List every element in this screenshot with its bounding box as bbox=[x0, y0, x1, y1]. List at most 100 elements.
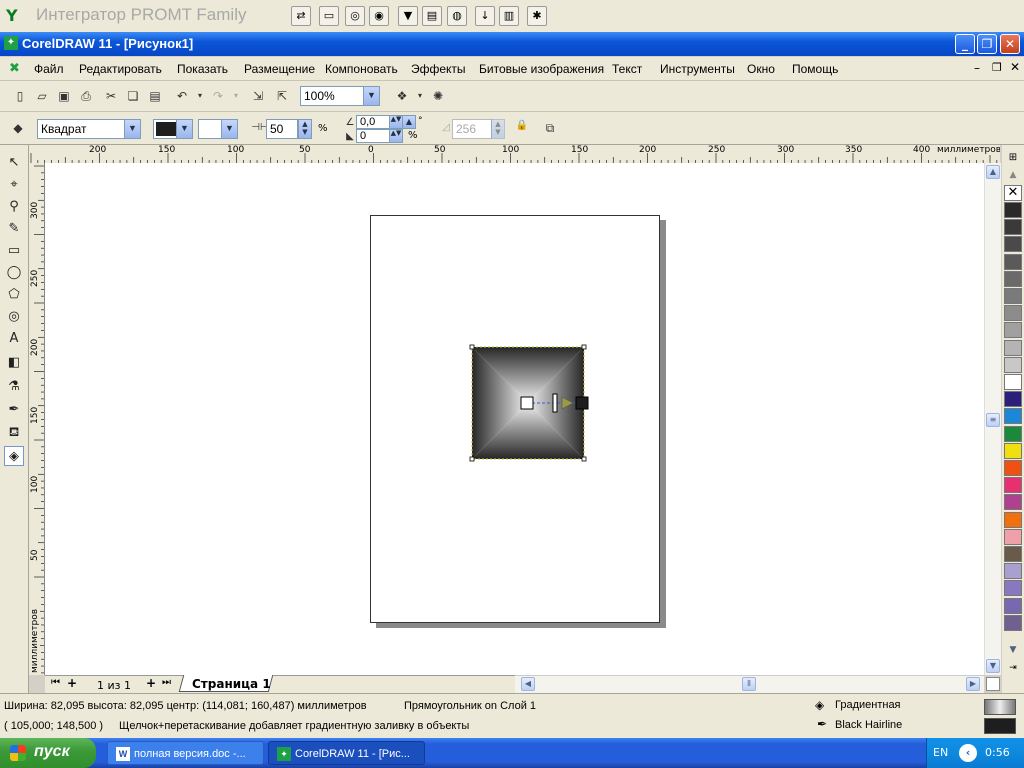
start-color-select[interactable]: ▼ bbox=[153, 119, 193, 139]
color-swatch[interactable] bbox=[1004, 236, 1022, 253]
open-icon[interactable]: ▱ bbox=[32, 86, 52, 106]
doc-minimize-button[interactable]: – bbox=[974, 61, 980, 75]
color-swatch[interactable] bbox=[1004, 202, 1022, 218]
undo-icon[interactable]: ↶ bbox=[172, 86, 192, 106]
open-folder-icon[interactable]: ▭ bbox=[319, 6, 339, 26]
color-swatch[interactable] bbox=[1004, 460, 1022, 476]
copy-fill-properties-icon[interactable]: ⧉ bbox=[540, 118, 560, 138]
download-icon[interactable]: ↓ bbox=[475, 6, 495, 26]
color-swatch[interactable] bbox=[1004, 374, 1022, 390]
settings-icon[interactable]: ✱ bbox=[527, 6, 547, 26]
paste-icon[interactable]: ▤ bbox=[145, 86, 165, 106]
save-icon[interactable]: ▣ bbox=[54, 86, 74, 106]
fill-type-select[interactable]: Квадрат ▼ bbox=[37, 119, 141, 139]
basic-shapes-tool-icon[interactable]: ◎ bbox=[4, 307, 24, 327]
rectangle-tool-icon[interactable]: ▭ bbox=[4, 241, 24, 261]
palette-scroll-up-icon[interactable]: ▲ bbox=[1005, 170, 1021, 182]
task-word-document[interactable]: W полная версия.doc -... bbox=[107, 741, 264, 765]
scroll-up-icon[interactable]: ▲ bbox=[986, 165, 1000, 179]
menu-tools[interactable]: Инструменты bbox=[660, 62, 735, 76]
edge-pad-input[interactable]: 0 bbox=[356, 129, 390, 143]
zoom-select[interactable]: 100% ▼ bbox=[300, 86, 380, 106]
color-swatch[interactable] bbox=[1004, 322, 1022, 339]
color-swatch[interactable] bbox=[1004, 477, 1022, 494]
color-swatch[interactable] bbox=[1004, 339, 1022, 356]
pick-tool-icon[interactable]: ↖ bbox=[4, 153, 24, 173]
view-navigator-button[interactable] bbox=[986, 677, 1000, 691]
horizontal-scroll-thumb[interactable]: ⦀ bbox=[742, 677, 756, 691]
color-swatch[interactable] bbox=[1004, 305, 1022, 322]
translate-icon[interactable]: ⇄ bbox=[291, 6, 311, 26]
vertical-ruler[interactable]: 300 250 200 150 100 50 0 миллиметров bbox=[29, 163, 45, 675]
zoom-tool-icon[interactable]: ⚲ bbox=[4, 197, 24, 217]
edge-pad-spinner[interactable]: ▲▼ bbox=[389, 129, 403, 143]
no-fill-swatch[interactable]: ✕ bbox=[1004, 185, 1022, 201]
dictionary-icon[interactable]: ▤ bbox=[422, 6, 442, 26]
task-coreldraw[interactable]: ✦ CorelDRAW 11 - [Рис... bbox=[268, 741, 425, 765]
cut-icon[interactable]: ✂ bbox=[101, 86, 121, 106]
color-swatch[interactable] bbox=[1004, 408, 1022, 425]
book-icon[interactable]: ▥ bbox=[499, 6, 519, 26]
maximize-button[interactable]: ❐ bbox=[977, 34, 997, 54]
filter-icon[interactable]: ▼ bbox=[398, 6, 418, 26]
scroll-right-icon[interactable]: ▶ bbox=[966, 677, 980, 691]
corel-online-icon[interactable]: ✺ bbox=[428, 86, 448, 106]
color-swatch[interactable] bbox=[1004, 288, 1022, 304]
eyedropper-tool-icon[interactable]: ⚗ bbox=[4, 377, 24, 397]
scroll-down-icon[interactable]: ▼ bbox=[986, 659, 1000, 673]
minimize-button[interactable]: _ bbox=[955, 34, 975, 54]
menu-file[interactable]: Файл bbox=[34, 62, 64, 76]
drawing-canvas[interactable] bbox=[45, 163, 984, 675]
lock-icon[interactable]: 🔒 bbox=[512, 116, 532, 136]
tray-expand-icon[interactable]: ‹ bbox=[959, 744, 977, 762]
interactive-blend-tool-icon[interactable]: ◧ bbox=[4, 353, 24, 373]
horizontal-scrollbar[interactable]: ◀ ⦀ ▶ bbox=[515, 675, 984, 693]
color-swatch[interactable] bbox=[1004, 442, 1022, 459]
color-swatch[interactable] bbox=[1004, 511, 1022, 528]
web-icon[interactable]: ◎ bbox=[345, 6, 365, 26]
color-swatch[interactable] bbox=[1004, 253, 1022, 270]
globe-icon[interactable]: ◍ bbox=[447, 6, 467, 26]
add-page-after-icon[interactable]: + bbox=[146, 676, 156, 690]
horizontal-ruler[interactable]: 200 150 100 50 0 50 100 150 200 250 300 … bbox=[29, 145, 1000, 164]
page-tab[interactable]: Страница 1 bbox=[192, 677, 271, 691]
fill-tool-icon[interactable]: ⛾ bbox=[4, 423, 24, 443]
freehand-tool-icon[interactable]: ✎ bbox=[4, 219, 24, 239]
menu-help[interactable]: Помощь bbox=[792, 62, 838, 76]
start-button[interactable]: пуск bbox=[0, 738, 96, 768]
midpoint-input[interactable]: 50 bbox=[266, 119, 298, 139]
menu-text[interactable]: Текст bbox=[612, 62, 642, 76]
import-icon[interactable]: ⇲ bbox=[248, 86, 268, 106]
scroll-left-icon[interactable]: ◀ bbox=[521, 677, 535, 691]
search-web-icon[interactable]: ◉ bbox=[369, 6, 389, 26]
color-swatch[interactable] bbox=[1004, 391, 1022, 408]
menu-bitmaps[interactable]: Битовые изображения bbox=[479, 62, 604, 76]
gradient-square[interactable] bbox=[469, 344, 589, 462]
midpoint-spinner[interactable]: ▲ ▼ bbox=[298, 119, 312, 139]
last-page-icon[interactable]: ⏭ bbox=[162, 677, 171, 688]
first-page-icon[interactable]: ⏮ bbox=[51, 677, 60, 688]
color-swatch[interactable] bbox=[1004, 270, 1022, 287]
language-indicator[interactable]: EN bbox=[933, 746, 948, 759]
new-icon[interactable]: ▯ bbox=[10, 86, 30, 106]
close-button[interactable]: ✕ bbox=[1000, 34, 1020, 54]
polygon-tool-icon[interactable]: ⬠ bbox=[4, 285, 24, 305]
color-swatch[interactable] bbox=[1004, 580, 1022, 597]
menu-arrange[interactable]: Компоновать bbox=[325, 62, 398, 76]
application-launcher-icon[interactable]: ❖ bbox=[392, 86, 412, 106]
color-swatch[interactable] bbox=[1004, 597, 1022, 614]
menu-window[interactable]: Окно bbox=[747, 62, 775, 76]
menu-layout[interactable]: Размещение bbox=[244, 62, 315, 76]
palette-scroll-down-icon[interactable]: ▼ bbox=[1005, 645, 1021, 657]
palette-expand-icon[interactable]: ⇥ bbox=[1005, 663, 1021, 675]
export-icon[interactable]: ⇱ bbox=[272, 86, 292, 106]
print-icon[interactable]: ⎙ bbox=[76, 86, 96, 106]
end-color-select[interactable]: ▼ bbox=[198, 119, 238, 139]
menu-edit[interactable]: Редактировать bbox=[79, 62, 162, 76]
vertical-scrollbar[interactable]: ▲ ≡ ▼ bbox=[984, 163, 1001, 675]
doc-restore-button[interactable]: ❐ bbox=[992, 61, 1002, 74]
menu-view[interactable]: Показать bbox=[177, 62, 228, 76]
color-swatch[interactable] bbox=[1004, 425, 1022, 442]
vertical-scroll-thumb[interactable]: ≡ bbox=[986, 413, 1000, 427]
color-swatch[interactable] bbox=[1004, 528, 1022, 545]
